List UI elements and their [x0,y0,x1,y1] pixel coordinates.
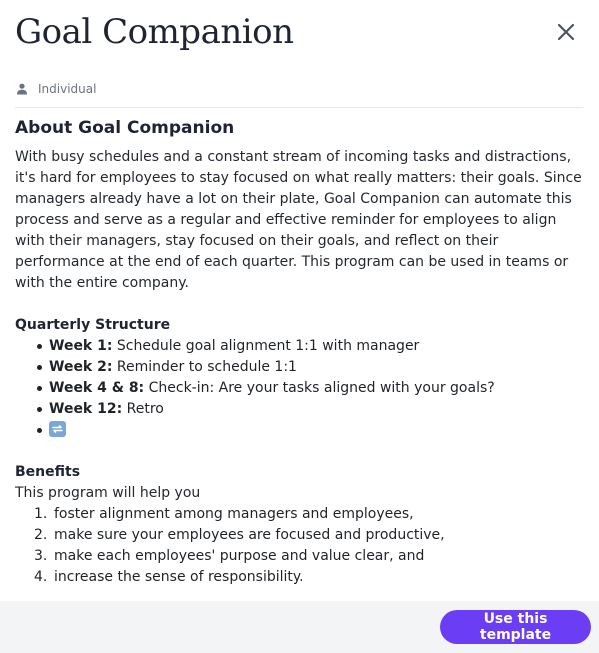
list-number: 1. [34,506,48,522]
about-heading: About Goal Companion [15,118,235,138]
template-description: About Goal Companion With busy schedules… [15,118,585,588]
use-template-button[interactable]: Use this template [440,610,591,644]
divider [15,107,583,108]
list-number: 2. [34,527,48,543]
week-text: Schedule goal alignment 1:1 with manager [112,338,420,354]
list-item: 4. increase the sense of responsibility. [34,567,585,588]
list-item: 3. make each employees' purpose and value… [34,546,585,567]
benefits-heading: Benefits [15,464,81,480]
week-label: Week 4 & 8: [49,380,145,396]
benefit-text: increase the sense of responsibility. [54,569,304,585]
week-label: Week 2: [49,359,113,375]
person-icon [17,83,27,95]
list-item: Week 2: Reminder to schedule 1:1 [35,357,585,378]
structure-heading: Quarterly Structure [15,317,171,333]
benefit-text: make sure your employees are focused and… [54,527,445,543]
list-number: 3. [34,548,48,564]
close-icon [557,23,575,41]
week-text: Retro [122,401,164,417]
close-button[interactable] [554,20,578,44]
week-label: Week 1: [49,338,113,354]
benefit-text: make each employees' purpose and value c… [54,548,425,564]
template-modal: Goal Companion Individual About Goal Com… [0,0,599,653]
audience-meta: Individual [16,82,96,96]
benefits-intro: This program will help you [15,485,201,501]
structure-list: Week 1: Schedule goal alignment 1:1 with… [15,336,585,441]
modal-title: Goal Companion [15,12,294,52]
list-item: Week 4 & 8: Check-in: Are your tasks ali… [35,378,585,399]
week-text: Check-in: Are your tasks aligned with yo… [144,380,495,396]
week-text: Reminder to schedule 1:1 [112,359,297,375]
benefits-list: 1. foster alignment among managers and em… [15,504,585,588]
week-label: Week 12: [49,401,123,417]
about-description: With busy schedules and a constant strea… [15,149,582,291]
audience-label: Individual [38,82,97,96]
list-item: Week 12: Retro [35,399,585,420]
list-number: 4. [34,569,48,585]
list-item [35,420,585,441]
list-item: Week 1: Schedule goal alignment 1:1 with… [35,336,585,357]
repeat-emoji-icon [49,421,66,437]
list-item: 1. foster alignment among managers and em… [34,504,585,525]
benefit-text: foster alignment among managers and empl… [54,506,414,522]
list-item: 2. make sure your employees are focused a… [34,525,585,546]
